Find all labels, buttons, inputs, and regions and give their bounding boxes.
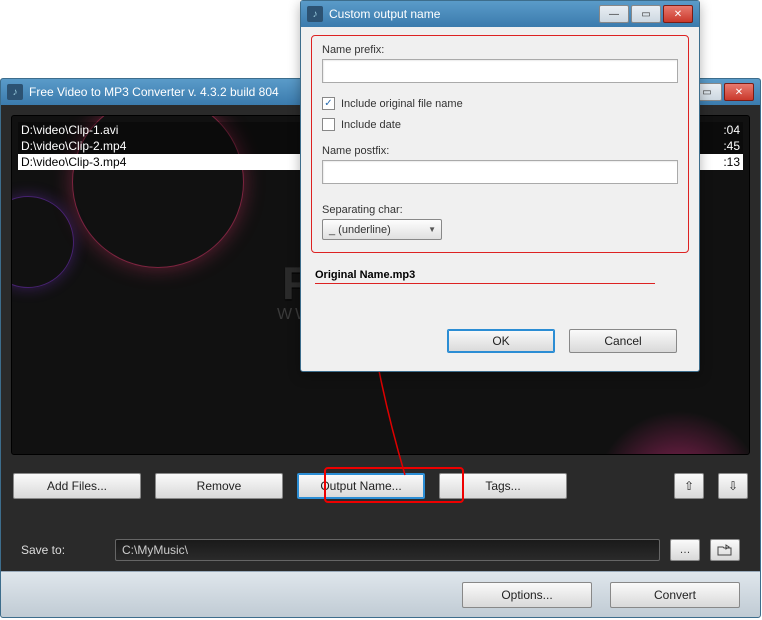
output-name-button[interactable]: Output Name...: [297, 473, 425, 499]
add-files-button[interactable]: Add Files...: [13, 473, 141, 499]
move-down-button[interactable]: ⇩: [718, 473, 748, 499]
name-postfix-input[interactable]: [322, 160, 678, 184]
open-folder-button[interactable]: [710, 539, 740, 561]
close-button[interactable]: ✕: [724, 83, 754, 101]
dialog-minimize-button[interactable]: —: [599, 5, 629, 23]
cancel-button[interactable]: Cancel: [569, 329, 677, 353]
output-preview: Original Name.mp3: [315, 269, 689, 281]
save-path-field[interactable]: C:\MyMusic\: [115, 539, 660, 561]
app-icon: ♪: [7, 84, 23, 100]
open-folder-icon: [717, 544, 733, 556]
bottom-bar: Options... Convert: [1, 571, 760, 617]
include-date-checkbox[interactable]: [322, 118, 335, 131]
browse-button[interactable]: …: [670, 539, 700, 561]
convert-button[interactable]: Convert: [610, 582, 740, 608]
preview-underline: [315, 283, 655, 284]
custom-output-dialog: ♪ Custom output name — ▭ ✕ Name prefix: …: [300, 0, 700, 372]
dialog-close-button[interactable]: ✕: [663, 5, 693, 23]
move-up-button[interactable]: ⇧: [674, 473, 704, 499]
save-to-label: Save to:: [21, 543, 105, 557]
ok-button[interactable]: OK: [447, 329, 555, 353]
decoration-glow: [579, 396, 750, 455]
include-date-label: Include date: [341, 119, 401, 131]
dialog-maximize-button[interactable]: ▭: [631, 5, 661, 23]
dialog-title: Custom output name: [329, 7, 599, 21]
options-button[interactable]: Options...: [462, 582, 592, 608]
file-duration: :13: [700, 155, 740, 169]
app-icon: ♪: [307, 6, 323, 22]
include-original-label: Include original file name: [341, 98, 463, 110]
toolbar: Add Files... Remove Output Name... Tags.…: [13, 473, 748, 499]
name-prefix-input[interactable]: [322, 59, 678, 83]
name-prefix-label: Name prefix:: [322, 44, 678, 56]
options-group: Name prefix: ✓ Include original file nam…: [311, 35, 689, 253]
name-postfix-label: Name postfix:: [322, 145, 678, 157]
save-row: Save to: C:\MyMusic\ …: [21, 539, 740, 561]
remove-button[interactable]: Remove: [155, 473, 283, 499]
separating-char-label: Separating char:: [322, 204, 678, 216]
file-duration: :45: [700, 139, 740, 153]
tags-button[interactable]: Tags...: [439, 473, 567, 499]
separating-char-combo[interactable]: _ (underline): [322, 219, 442, 240]
dialog-titlebar[interactable]: ♪ Custom output name — ▭ ✕: [301, 1, 699, 27]
file-duration: :04: [700, 123, 740, 137]
include-original-checkbox[interactable]: ✓: [322, 97, 335, 110]
